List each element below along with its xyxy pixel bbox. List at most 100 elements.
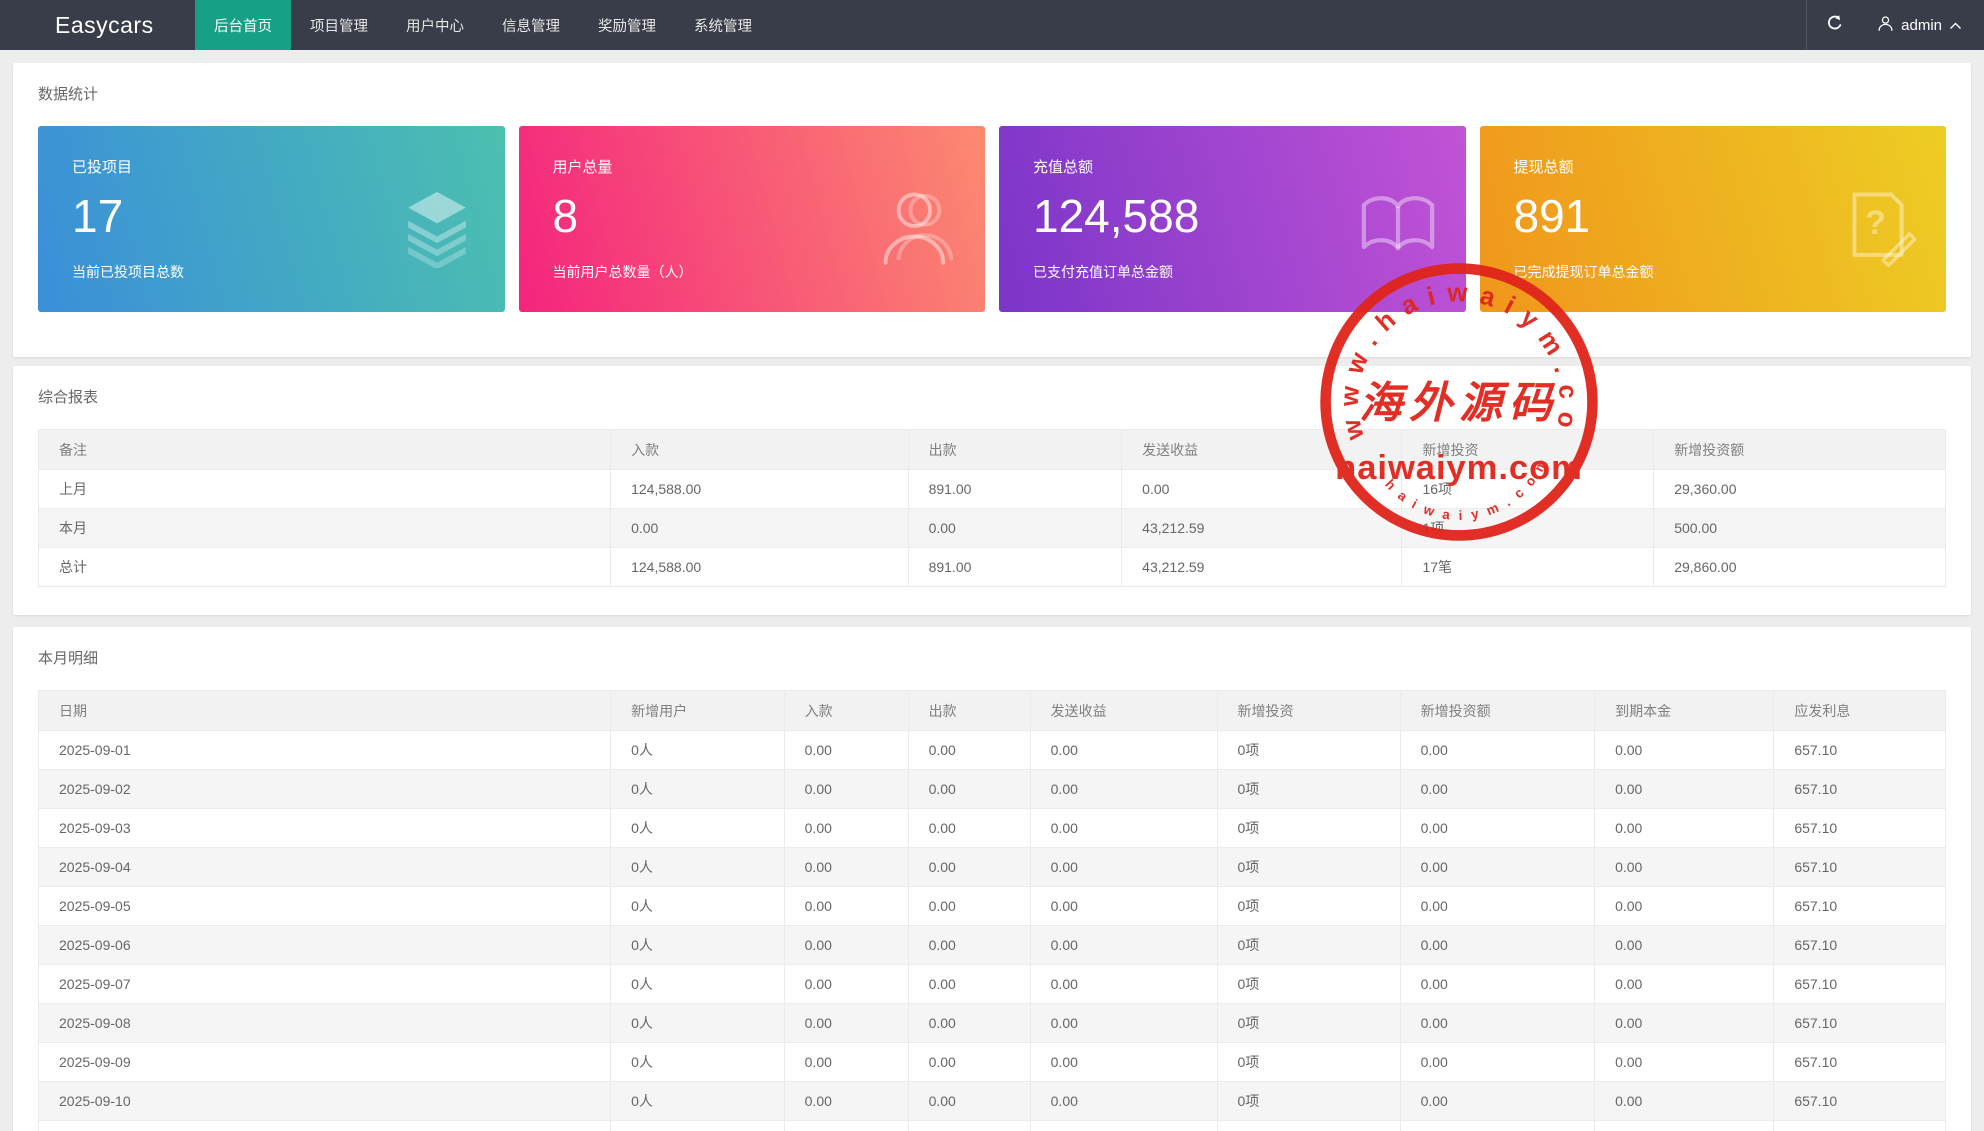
table-cell: 0项: [1217, 848, 1400, 887]
table-cell: 657.10: [1774, 848, 1946, 887]
column-header: 应发利息: [1774, 691, 1946, 731]
table-cell: 124,588.00: [611, 470, 908, 509]
table-cell: 0.00: [1030, 926, 1217, 965]
table-row: 2025-09-090人0.000.000.000项0.000.00657.10: [39, 1043, 1946, 1082]
table-row: 2025-09-050人0.000.000.000项0.000.00657.10: [39, 887, 1946, 926]
table-row: 总计124,588.00891.0043,212.5917笔29,860.00: [39, 548, 1946, 587]
refresh-icon: [1826, 14, 1844, 37]
table-cell: 0.00: [1595, 926, 1774, 965]
table-cell: 0项: [1217, 965, 1400, 1004]
table-cell: 0.00: [908, 1121, 1030, 1131]
table-cell: 0.00: [784, 1121, 908, 1131]
column-header: 新增用户: [611, 691, 785, 731]
svg-text:?: ?: [1865, 204, 1886, 242]
table-row: 2025-09-110人0.000.000.000项0.000.00657.10: [39, 1121, 1946, 1131]
user-menu[interactable]: admin: [1863, 0, 1984, 50]
table-cell: 本月: [39, 509, 611, 548]
nav-item-system[interactable]: 系统管理: [675, 0, 771, 50]
table-cell: 0.00: [1030, 887, 1217, 926]
column-header: 日期: [39, 691, 611, 731]
refresh-button[interactable]: [1807, 0, 1863, 50]
stat-card-withdraw: 提现总额 891 已完成提现订单总金额 ?: [1480, 126, 1947, 312]
table-cell: 0.00: [784, 1082, 908, 1121]
table-cell: 0.00: [1030, 770, 1217, 809]
nav-item-home[interactable]: 后台首页: [195, 0, 291, 50]
table-cell: 891.00: [908, 548, 1122, 587]
table-cell: 0人: [611, 770, 785, 809]
table-cell: 0.00: [908, 848, 1030, 887]
table-cell: 657.10: [1774, 731, 1946, 770]
table-cell: 657.10: [1774, 965, 1946, 1004]
stat-card-recharge: 充值总额 124,588 已支付充值订单总金额: [999, 126, 1466, 312]
nav-item-projects[interactable]: 项目管理: [291, 0, 387, 50]
table-row: 2025-09-010人0.000.000.000项0.000.00657.10: [39, 731, 1946, 770]
table-cell: 0.00: [908, 1082, 1030, 1121]
table-cell: 0.00: [1400, 926, 1595, 965]
column-header: 新增投资: [1402, 430, 1654, 470]
table-header-row: 备注入款出款发送收益新增投资新增投资额: [39, 430, 1946, 470]
table-cell: 43,212.59: [1122, 509, 1402, 548]
table-cell: 0.00: [784, 848, 908, 887]
table-cell: 0.00: [1400, 965, 1595, 1004]
table-cell: 0项: [1217, 926, 1400, 965]
table-cell: 0人: [611, 848, 785, 887]
table-cell: 0.00: [1595, 848, 1774, 887]
table-row: 2025-09-040人0.000.000.000项0.000.00657.10: [39, 848, 1946, 887]
card-title: 已投项目: [72, 156, 471, 177]
username-label: admin: [1901, 17, 1942, 34]
table-cell: 29,360.00: [1654, 470, 1946, 509]
table-cell: 0人: [611, 731, 785, 770]
report-panel: 综合报表 备注入款出款发送收益新增投资新增投资额上月124,588.00891.…: [13, 366, 1971, 615]
section-title-detail: 本月明细: [38, 647, 1946, 668]
column-header: 新增投资额: [1654, 430, 1946, 470]
table-cell: 657.10: [1774, 809, 1946, 848]
table-cell: 0.00: [784, 887, 908, 926]
nav-item-rewards[interactable]: 奖励管理: [579, 0, 675, 50]
table-cell: 0项: [1217, 1121, 1400, 1131]
layers-icon: [395, 184, 479, 268]
section-title-report: 综合报表: [38, 386, 1946, 407]
table-cell: 0.00: [1030, 1121, 1217, 1131]
table-cell: 0项: [1217, 809, 1400, 848]
table-cell: 0.00: [1400, 887, 1595, 926]
table-cell: 0项: [1217, 887, 1400, 926]
table-cell: 0.00: [1595, 1082, 1774, 1121]
table-cell: 0.00: [1595, 1043, 1774, 1082]
table-cell: 0.00: [1400, 848, 1595, 887]
table-cell: 0人: [611, 926, 785, 965]
table-cell: 0.00: [784, 926, 908, 965]
nav-item-info[interactable]: 信息管理: [483, 0, 579, 50]
table-cell: 657.10: [1774, 887, 1946, 926]
table-cell: 0项: [1217, 1004, 1400, 1043]
table-cell: 0.00: [784, 1043, 908, 1082]
stat-card-projects: 已投项目 17 当前已投项目总数: [38, 126, 505, 312]
table-cell: 657.10: [1774, 1121, 1946, 1131]
table-cell: 2025-09-03: [39, 809, 611, 848]
table-cell: 0项: [1217, 1082, 1400, 1121]
table-cell: 0.00: [1595, 809, 1774, 848]
column-header: 入款: [611, 430, 908, 470]
table-cell: 0.00: [1030, 848, 1217, 887]
table-cell: 0.00: [1595, 1004, 1774, 1043]
table-cell: 0人: [611, 809, 785, 848]
table-cell: 657.10: [1774, 1043, 1946, 1082]
table-cell: 0.00: [1400, 809, 1595, 848]
table-cell: 2025-09-06: [39, 926, 611, 965]
table-cell: 0.00: [908, 809, 1030, 848]
table-cell: 0.00: [784, 1004, 908, 1043]
table-cell: 0.00: [908, 926, 1030, 965]
table-row: 2025-09-020人0.000.000.000项0.000.00657.10: [39, 770, 1946, 809]
table-cell: 0.00: [1595, 731, 1774, 770]
table-cell: 43,212.59: [1122, 548, 1402, 587]
user-icon: [875, 184, 959, 268]
table-cell: 0人: [611, 1043, 785, 1082]
table-cell: 657.10: [1774, 770, 1946, 809]
table-cell: 2025-09-02: [39, 770, 611, 809]
table-cell: 0.00: [1400, 731, 1595, 770]
table-cell: 2025-09-04: [39, 848, 611, 887]
nav-item-users[interactable]: 用户中心: [387, 0, 483, 50]
book-icon: [1356, 184, 1440, 268]
brand-logo[interactable]: Easycars: [0, 0, 195, 50]
table-cell: 0项: [1217, 770, 1400, 809]
table-cell: 总计: [39, 548, 611, 587]
